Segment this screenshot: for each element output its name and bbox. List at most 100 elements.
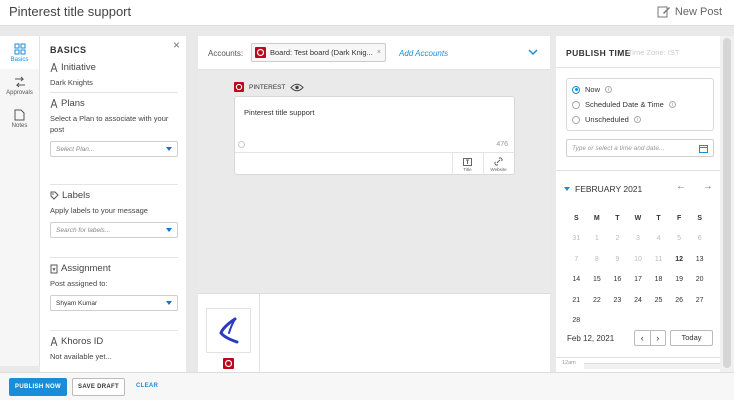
- radio-scheduled[interactable]: Scheduled Date & Time i: [572, 100, 676, 109]
- basics-title: BASICS: [50, 45, 87, 55]
- new-post-label: New Post: [674, 5, 722, 18]
- calendar-month[interactable]: FEBRUARY 2021: [564, 184, 642, 194]
- info-icon[interactable]: i: [633, 116, 641, 123]
- rail-label-basics: Basics: [10, 56, 29, 63]
- top-bar: Pinterest title support New Post: [0, 0, 734, 26]
- calendar-day[interactable]: 22: [587, 297, 608, 304]
- rail-label-notes: Notes: [11, 122, 28, 129]
- calendar-day[interactable]: 25: [648, 297, 669, 304]
- accounts-bar: Accounts: Board: Test board (Dark Knig..…: [198, 36, 550, 70]
- radio-now-label: Now: [585, 85, 601, 94]
- radio-unscheduled[interactable]: Unscheduled i: [572, 115, 641, 124]
- pinterest-icon: [255, 47, 266, 58]
- clear-button[interactable]: CLEAR: [136, 383, 158, 389]
- calendar-week: 21 22 23 24 25 26 27: [566, 290, 710, 311]
- calendar-day[interactable]: 15: [587, 276, 608, 283]
- radio-now[interactable]: Now i: [572, 85, 613, 94]
- left-rail: Basics Approvals Notes: [0, 36, 40, 366]
- notes-icon: [14, 109, 25, 120]
- date-time-input[interactable]: Type or select a time and date...: [566, 139, 714, 157]
- calendar-day[interactable]: 27: [689, 297, 710, 304]
- approvals-icon: [14, 76, 25, 87]
- calendar-day: 11: [654, 255, 663, 263]
- initiative-section: Initiative Dark Knights: [50, 62, 178, 88]
- initiative-heading: Initiative: [61, 62, 96, 73]
- assignment-heading: Assignment: [61, 263, 111, 274]
- initiative-value: Dark Knights: [50, 78, 93, 87]
- prev-month-icon[interactable]: ←: [676, 181, 686, 192]
- calendar-day[interactable]: 16: [607, 276, 628, 283]
- time-slot[interactable]: [584, 364, 720, 369]
- chevron-down-icon: [166, 301, 172, 305]
- calendar-day[interactable]: 17: [628, 276, 649, 283]
- account-chip-label: Board: Test board (Dark Knig...: [270, 48, 373, 57]
- info-icon[interactable]: i: [668, 101, 676, 108]
- next-month-icon[interactable]: →: [703, 181, 713, 192]
- khoros-heading: Khoros ID: [61, 336, 104, 347]
- chevron-down-icon[interactable]: [527, 46, 539, 58]
- calendar-week: 31 1 2 3 4 5 6: [566, 229, 710, 250]
- assignee-value: Shyam Kumar: [56, 300, 98, 307]
- account-logo-card[interactable]: [206, 308, 251, 353]
- remove-account-icon[interactable]: ×: [377, 49, 381, 56]
- calendar-day[interactable]: 14: [566, 276, 587, 283]
- calendar-icon[interactable]: [699, 144, 708, 153]
- message-editor[interactable]: Pinterest title support 476 Title Websit…: [234, 96, 515, 176]
- radio-unscheduled-circle[interactable]: [572, 115, 580, 124]
- save-draft-button[interactable]: SAVE DRAFT: [72, 378, 125, 396]
- calendar-day[interactable]: 19: [669, 276, 690, 283]
- publish-now-button[interactable]: PUBLISH NOW: [9, 378, 67, 396]
- plans-section: Plans Select a Plan to associate with yo…: [50, 92, 178, 157]
- labels-text: Apply labels to your message: [50, 206, 148, 215]
- assignment-icon: [50, 264, 58, 273]
- calendar-day[interactable]: 13: [689, 256, 710, 263]
- calendar-day[interactable]: 21: [566, 297, 587, 304]
- rail-item-notes[interactable]: Notes: [0, 102, 39, 135]
- link-icon: [494, 157, 503, 166]
- assignee-select[interactable]: Shyam Kumar: [50, 295, 178, 311]
- compose-panel: PINTEREST Pinterest title support 476 Ti…: [198, 71, 550, 293]
- add-accounts-link[interactable]: Add Accounts: [399, 49, 448, 58]
- brand-logo-icon: [219, 317, 239, 344]
- radio-scheduled-label: Scheduled Date & Time: [585, 100, 664, 109]
- close-icon[interactable]: ×: [173, 38, 180, 52]
- next-day-icon[interactable]: ›: [649, 331, 666, 345]
- calendar-day[interactable]: 24: [628, 297, 649, 304]
- labels-search-input[interactable]: Search for labels...: [50, 222, 178, 238]
- khoros-text: Not available yet...: [50, 352, 112, 361]
- account-chip[interactable]: Board: Test board (Dark Knig... ×: [251, 43, 386, 62]
- labels-heading: Labels: [62, 190, 90, 201]
- scrollbar[interactable]: [720, 36, 734, 376]
- timezone-label: Time Zone: IST: [628, 48, 680, 57]
- today-button[interactable]: Today: [670, 330, 713, 346]
- network-name: PINTEREST: [249, 83, 286, 91]
- radio-scheduled-circle[interactable]: [572, 100, 580, 109]
- calendar-day[interactable]: 23: [607, 297, 628, 304]
- eye-icon[interactable]: [290, 83, 305, 92]
- preview-divider: [259, 294, 260, 377]
- calendar-day[interactable]: 12: [669, 256, 690, 263]
- radio-now-circle[interactable]: [572, 85, 580, 94]
- calendar-day[interactable]: 18: [648, 276, 669, 283]
- footer-bar: PUBLISH NOW SAVE DRAFT CLEAR: [0, 372, 734, 400]
- editor-toolbar: Title Website: [235, 152, 514, 176]
- website-button-label: Website: [490, 167, 507, 172]
- website-button[interactable]: Website: [483, 153, 513, 176]
- prev-day-icon[interactable]: ‹: [635, 331, 650, 345]
- emoji-icon[interactable]: [238, 141, 245, 148]
- rail-item-basics[interactable]: Basics: [0, 36, 39, 69]
- compose-area: Accounts: Board: Test board (Dark Knig..…: [198, 36, 550, 377]
- new-post-button[interactable]: New Post: [657, 5, 722, 18]
- info-icon[interactable]: i: [605, 86, 613, 93]
- plan-select[interactable]: Select Plan...: [50, 141, 178, 157]
- calendar-day[interactable]: 20: [689, 276, 710, 283]
- message-text[interactable]: Pinterest title support: [244, 108, 314, 117]
- title-button[interactable]: Title: [452, 153, 482, 176]
- weekday-header: M: [593, 214, 600, 222]
- title-icon: [463, 157, 472, 166]
- rail-item-approvals[interactable]: Approvals: [0, 69, 39, 102]
- scrollbar-thumb[interactable]: [723, 38, 731, 368]
- assignment-section: Assignment Post assigned to: Shyam Kumar: [50, 257, 178, 311]
- calendar-day[interactable]: 26: [669, 297, 690, 304]
- calendar-day: 6: [697, 235, 702, 243]
